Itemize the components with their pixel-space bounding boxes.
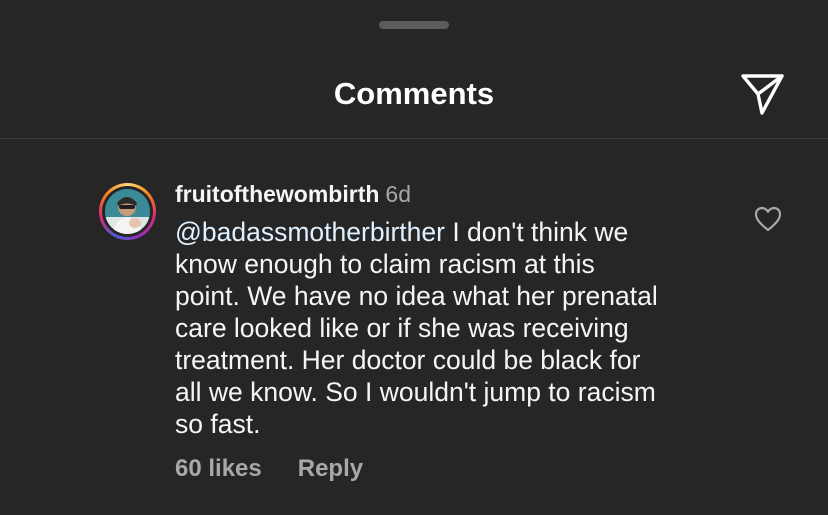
comment-actions: 60 likes Reply xyxy=(175,455,363,491)
avatar-photo xyxy=(105,189,150,234)
comment-time: 6d xyxy=(385,181,411,207)
reply-button[interactable]: Reply xyxy=(298,455,363,483)
share-button[interactable] xyxy=(738,70,788,118)
comment-username[interactable]: fruitofthewombirth xyxy=(175,181,379,207)
page-title: Comments xyxy=(333,76,495,111)
comment-meta: fruitofthewombirth 6d xyxy=(175,178,720,210)
comment-text: @badassmotherbirther I don't think we kn… xyxy=(175,216,720,440)
likes-count[interactable]: 60 likes xyxy=(175,455,262,483)
like-button[interactable] xyxy=(753,205,783,233)
comments-header: Comments xyxy=(0,50,828,139)
comments-sheet: Comments fruitofthewombirth 6d @badassmo… xyxy=(0,0,828,515)
comment: fruitofthewombirth 6d @badassmotherbirthe… xyxy=(175,178,720,440)
paper-plane-icon xyxy=(741,74,784,115)
comment-body: I don't think we know enough to claim ra… xyxy=(175,217,658,439)
avatar[interactable] xyxy=(99,183,156,240)
drag-handle[interactable] xyxy=(379,21,449,29)
heart-icon xyxy=(754,206,782,232)
comment-mention[interactable]: @badassmotherbirther xyxy=(175,217,445,247)
